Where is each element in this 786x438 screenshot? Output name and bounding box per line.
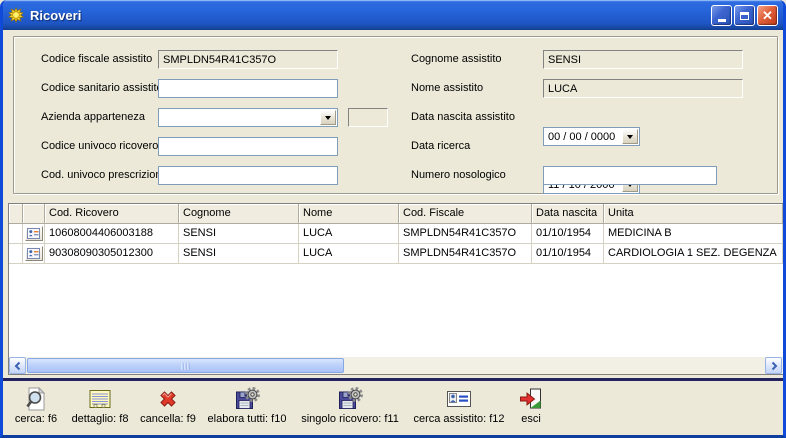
header-selector-col (9, 204, 23, 224)
close-icon: ✕ (762, 9, 773, 22)
cod-prescrizione-input-wrap (158, 166, 338, 185)
codice-sanitario-input-wrap (158, 79, 338, 98)
cell-cod-ricovero: 10608004406003188 (45, 224, 179, 244)
minimize-icon (718, 19, 726, 22)
header-cod-ricovero: Cod. Ricovero (45, 204, 179, 224)
codice-sanitario-input[interactable] (158, 79, 338, 98)
table-row[interactable]: 10608004406003188 SENSI LUCA SMPLDN54R41… (9, 224, 783, 244)
chevron-down-icon (627, 135, 633, 139)
cell-cognome: SENSI (179, 244, 299, 264)
floppy-gear-icon (337, 386, 363, 412)
scroll-right-button[interactable] (765, 357, 782, 374)
cancella-button[interactable]: cancella: f9 (137, 386, 199, 425)
maximize-icon (740, 12, 749, 20)
exit-door-icon (518, 386, 544, 412)
nome-field: LUCA (543, 79, 743, 98)
chevron-right-icon (769, 361, 779, 371)
scroll-left-button[interactable] (9, 357, 26, 374)
nome-label: Nome assistito (411, 82, 483, 94)
numero-nosologico-input[interactable] (543, 166, 717, 185)
data-nascita-label: Data nascita assistito (411, 111, 515, 123)
cerca-button[interactable]: cerca: f6 (9, 386, 63, 425)
header-nome: Nome (299, 204, 399, 224)
cerca-assistito-button[interactable]: cerca assistito: f12 (411, 386, 507, 425)
bottom-toolbar: cerca: f6 dettaglio: f8 cancella: f9 (3, 381, 783, 435)
azienda-combobox[interactable] (158, 108, 338, 127)
elabora-tutti-button[interactable]: elabora tutti: f10 (205, 386, 289, 425)
numero-nosologico-input-wrap (543, 166, 717, 185)
singolo-ricovero-button[interactable]: singolo ricovero: f11 (295, 386, 405, 425)
patient-search-card-icon (446, 386, 472, 412)
patient-card-icon (27, 248, 40, 259)
chevron-down-icon (325, 116, 331, 120)
codice-fiscale-field: SMPLDN54R41C357O (158, 50, 338, 69)
cod-prescrizione-label: Cod. univoco prescrizione (41, 169, 168, 181)
dettaglio-button[interactable]: dettaglio: f8 (69, 386, 131, 425)
codice-sanitario-label: Codice sanitario assistito (41, 82, 163, 94)
chevron-left-icon (13, 361, 23, 371)
data-nascita-combobox[interactable]: 00 / 00 / 0000 (543, 127, 640, 146)
detail-document-icon (87, 386, 113, 412)
window-title: Ricoveri (30, 8, 81, 23)
table-row[interactable]: 90308090305012300 SENSI LUCA SMPLDN54R41… (9, 244, 783, 264)
azienda-code-field (348, 108, 388, 127)
esci-button[interactable]: esci (513, 386, 549, 425)
close-button[interactable]: ✕ (757, 5, 778, 26)
cell-nome: LUCA (299, 244, 399, 264)
delete-x-icon (155, 386, 181, 412)
cognome-label: Cognome assistito (411, 53, 502, 65)
scrollbar-thumb[interactable] (27, 358, 344, 373)
cell-data-nascita: 01/10/1954 (532, 244, 604, 264)
header-data-nascita: Data nascita (532, 204, 604, 224)
cell-data-nascita: 01/10/1954 (532, 224, 604, 244)
floppy-gear-icon (234, 386, 260, 412)
maximize-button[interactable] (734, 5, 755, 26)
header-unita: Unita (604, 204, 783, 224)
cell-unita: CARDIOLOGIA 1 SEZ. DEGENZA (604, 244, 783, 264)
cognome-field: SENSI (543, 50, 743, 69)
data-ricerca-label: Data ricerca (411, 140, 470, 152)
cell-cod-fiscale: SMPLDN54R41C357O (399, 224, 532, 244)
codice-ricovero-input-wrap (158, 137, 338, 156)
numero-nosologico-label: Numero nosologico (411, 169, 506, 181)
app-sun-icon (8, 7, 24, 23)
row-detail-button[interactable] (25, 226, 43, 241)
search-document-icon (23, 386, 49, 412)
codice-fiscale-label: Codice fiscale assistito (41, 53, 152, 65)
header-cognome: Cognome (179, 204, 299, 224)
title-bar[interactable]: Ricoveri ✕ (0, 0, 786, 30)
header-cod-fiscale: Cod. Fiscale (399, 204, 532, 224)
cod-prescrizione-input[interactable] (158, 166, 338, 185)
cell-cognome: SENSI (179, 224, 299, 244)
cell-nome: LUCA (299, 224, 399, 244)
data-nascita-dropdown-button[interactable] (622, 129, 638, 144)
header-icon-col (23, 204, 45, 224)
cell-unita: MEDICINA B (604, 224, 783, 244)
cell-cod-fiscale: SMPLDN54R41C357O (399, 244, 532, 264)
results-table: Cod. Ricovero Cognome Nome Cod. Fiscale … (8, 203, 784, 375)
ricoveri-window: Ricoveri ✕ Codice fiscale assistito SMPL… (0, 0, 786, 438)
cell-cod-ricovero: 90308090305012300 (45, 244, 179, 264)
minimize-button[interactable] (711, 5, 732, 26)
horizontal-scrollbar[interactable] (9, 357, 783, 374)
table-header-row: Cod. Ricovero Cognome Nome Cod. Fiscale … (9, 204, 783, 224)
azienda-dropdown-button[interactable] (320, 110, 336, 125)
patient-card-icon (27, 228, 40, 239)
codice-ricovero-label: Codice univoco ricovero (41, 140, 158, 152)
row-detail-button[interactable] (25, 246, 43, 261)
codice-ricovero-input[interactable] (158, 137, 338, 156)
azienda-label: Azienda apparteneza (41, 111, 145, 123)
